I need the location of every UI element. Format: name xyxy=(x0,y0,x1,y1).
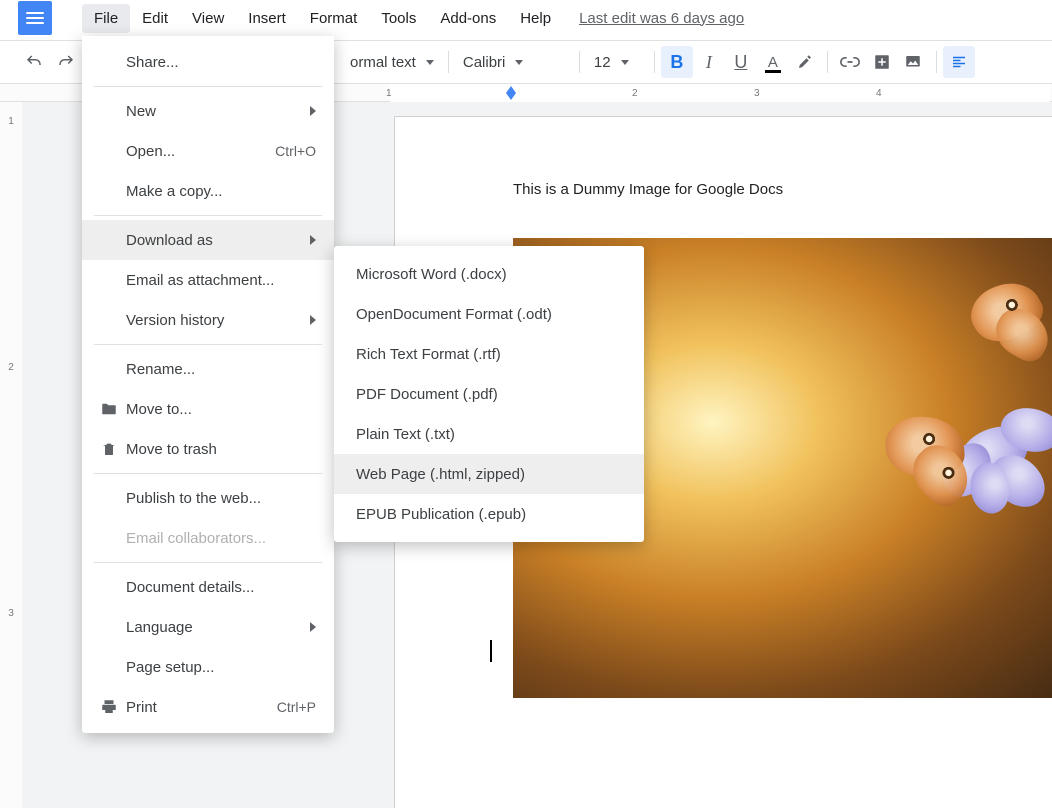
menu-insert[interactable]: Insert xyxy=(236,4,298,33)
download-odt[interactable]: OpenDocument Format (.odt) xyxy=(334,294,644,334)
file-document-details[interactable]: Document details... xyxy=(82,567,334,607)
file-move-to-trash[interactable]: Move to trash xyxy=(82,429,334,469)
download-html[interactable]: Web Page (.html, zipped) xyxy=(334,454,644,494)
flower-stem xyxy=(1043,508,1052,698)
menu-separator xyxy=(94,86,322,87)
file-move-to[interactable]: Move to... xyxy=(82,389,334,429)
file-print[interactable]: Print Ctrl+P xyxy=(82,687,334,727)
menu-tools[interactable]: Tools xyxy=(369,4,428,33)
bold-button[interactable]: B xyxy=(661,46,693,78)
trash-icon xyxy=(98,440,120,458)
text-color-button[interactable]: A xyxy=(757,46,789,78)
caret-down-icon xyxy=(515,60,523,65)
ruler-mark: 2 xyxy=(632,84,638,102)
menu-separator xyxy=(94,344,322,345)
docs-app-icon[interactable] xyxy=(18,1,52,35)
file-menu-dropdown: Share... New Open... Ctrl+O Make a copy.… xyxy=(82,36,334,733)
menu-separator xyxy=(94,562,322,563)
caret-down-icon xyxy=(621,60,629,65)
undo-button[interactable] xyxy=(18,46,50,78)
font-select[interactable]: Calibri xyxy=(455,47,573,77)
underline-button[interactable]: U xyxy=(725,46,757,78)
menu-format[interactable]: Format xyxy=(298,4,370,33)
file-email-collaborators: Email collaborators... xyxy=(82,518,334,558)
menu-edit[interactable]: Edit xyxy=(130,4,180,33)
print-icon xyxy=(98,698,120,716)
separator xyxy=(579,51,580,73)
submenu-arrow-icon xyxy=(310,315,316,325)
file-open[interactable]: Open... Ctrl+O xyxy=(82,131,334,171)
insert-image-button[interactable] xyxy=(898,46,930,78)
submenu-arrow-icon xyxy=(310,622,316,632)
menubar: File Edit View Insert Format Tools Add-o… xyxy=(0,0,1052,36)
redo-button[interactable] xyxy=(50,46,82,78)
ruler-mark: 1 xyxy=(386,84,392,102)
indent-marker-icon[interactable] xyxy=(506,93,516,100)
highlight-button[interactable] xyxy=(789,46,821,78)
ruler-mark: 2 xyxy=(4,362,18,373)
document-text[interactable]: This is a Dummy Image for Google Docs xyxy=(513,181,1052,198)
butterfly xyxy=(946,268,1052,377)
file-rename[interactable]: Rename... xyxy=(82,349,334,389)
fontsize-label: 12 xyxy=(594,54,611,71)
text-cursor xyxy=(490,640,492,662)
ruler-mark: 4 xyxy=(876,84,882,102)
download-as-submenu: Microsoft Word (.docx) OpenDocument Form… xyxy=(334,246,644,542)
file-download-as[interactable]: Download as xyxy=(82,220,334,260)
ruler-mark: 3 xyxy=(754,84,760,102)
ruler-mark: 1 xyxy=(4,116,18,127)
vertical-ruler: 1 2 3 xyxy=(0,102,22,808)
insert-comment-button[interactable] xyxy=(866,46,898,78)
italic-button[interactable]: I xyxy=(693,46,725,78)
download-epub[interactable]: EPUB Publication (.epub) xyxy=(334,494,644,534)
download-docx[interactable]: Microsoft Word (.docx) xyxy=(334,254,644,294)
file-page-setup[interactable]: Page setup... xyxy=(82,647,334,687)
shortcut-label: Ctrl+P xyxy=(277,699,316,715)
file-email-attachment[interactable]: Email as attachment... xyxy=(82,260,334,300)
insert-link-button[interactable] xyxy=(834,46,866,78)
download-rtf[interactable]: Rich Text Format (.rtf) xyxy=(334,334,644,374)
shortcut-label: Ctrl+O xyxy=(275,143,316,159)
paragraph-style-label: ormal text xyxy=(350,54,416,71)
file-new[interactable]: New xyxy=(82,91,334,131)
butterfly xyxy=(866,408,1000,517)
font-label: Calibri xyxy=(463,54,506,71)
file-version-history[interactable]: Version history xyxy=(82,300,334,340)
separator xyxy=(936,51,937,73)
caret-down-icon xyxy=(426,60,434,65)
last-edit-link[interactable]: Last edit was 6 days ago xyxy=(579,10,744,27)
separator xyxy=(448,51,449,73)
download-txt[interactable]: Plain Text (.txt) xyxy=(334,414,644,454)
menu-addons[interactable]: Add-ons xyxy=(428,4,508,33)
file-make-copy[interactable]: Make a copy... xyxy=(82,171,334,211)
indent-marker-icon[interactable] xyxy=(506,86,516,93)
paragraph-style-select[interactable]: ormal text xyxy=(342,47,442,77)
submenu-arrow-icon xyxy=(310,106,316,116)
submenu-arrow-icon xyxy=(310,235,316,245)
menu-separator xyxy=(94,215,322,216)
separator xyxy=(654,51,655,73)
folder-icon xyxy=(98,400,120,418)
fontsize-select[interactable]: 12 xyxy=(586,47,648,77)
download-pdf[interactable]: PDF Document (.pdf) xyxy=(334,374,644,414)
menu-separator xyxy=(94,473,322,474)
menu-view[interactable]: View xyxy=(180,4,236,33)
align-left-button[interactable] xyxy=(943,46,975,78)
menu-help[interactable]: Help xyxy=(508,4,563,33)
menu-file[interactable]: File xyxy=(82,4,130,33)
file-publish-web[interactable]: Publish to the web... xyxy=(82,478,334,518)
file-language[interactable]: Language xyxy=(82,607,334,647)
file-share[interactable]: Share... xyxy=(82,42,334,82)
separator xyxy=(827,51,828,73)
ruler-mark: 3 xyxy=(4,608,18,619)
